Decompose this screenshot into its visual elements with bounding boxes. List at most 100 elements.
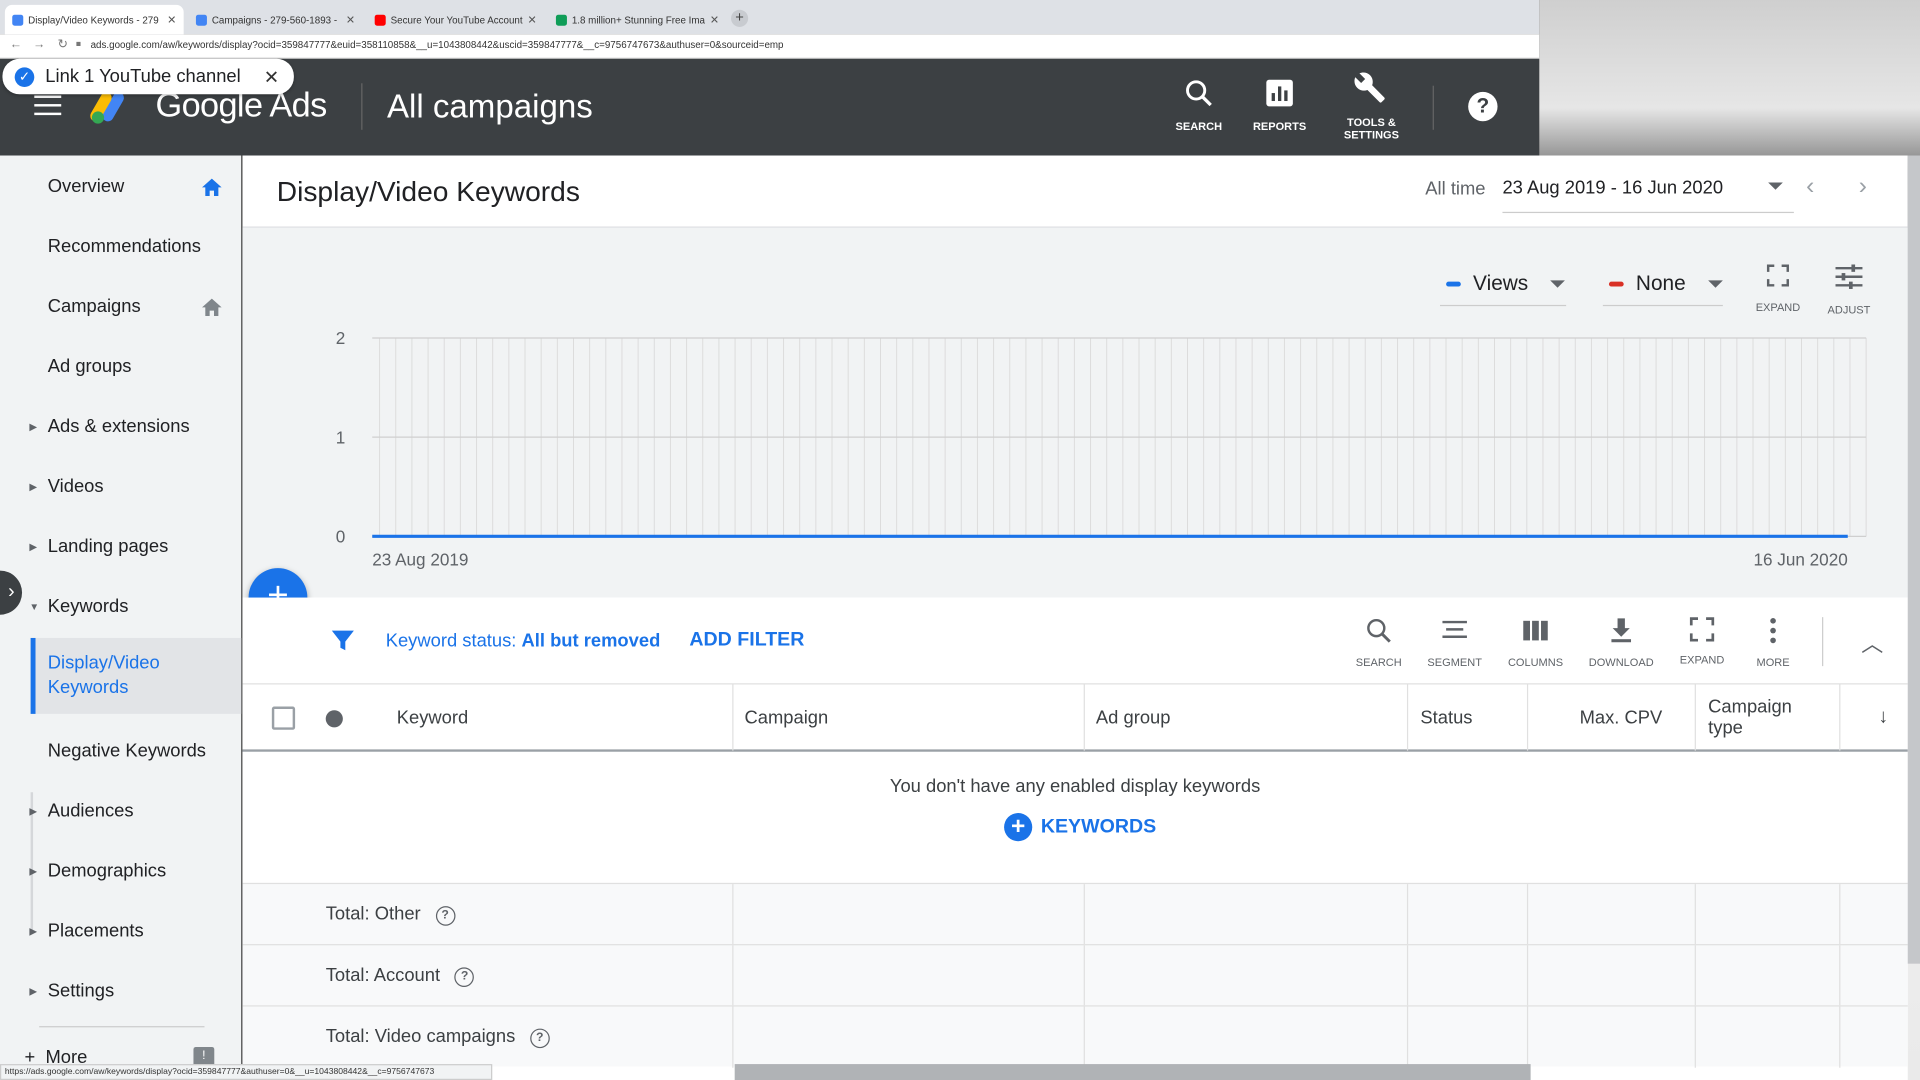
column-max-cpv[interactable]: Max. CPV: [1580, 684, 1663, 750]
new-tab-button[interactable]: +: [731, 9, 749, 27]
sidebar-divider: [39, 1026, 205, 1028]
column-campaign[interactable]: Campaign: [744, 684, 828, 750]
help-icon[interactable]: ?: [435, 906, 455, 926]
chevron-up-icon[interactable]: ︿: [1861, 627, 1883, 659]
segment-label: SEGMENT: [1427, 656, 1482, 669]
table-header: Keyword Campaign Ad group Status Max. CP…: [242, 683, 1908, 752]
sidebar-item-audiences[interactable]: ▶ Audiences: [0, 781, 241, 841]
column-divider: [1526, 884, 1529, 946]
table-download-button[interactable]: DOWNLOAD: [1584, 616, 1657, 669]
next-period-icon[interactable]: ›: [1859, 173, 1867, 201]
table-columns-button[interactable]: COLUMNS: [1499, 616, 1572, 669]
add-filter-button[interactable]: ADD FILTER: [689, 629, 804, 651]
empty-state: You don't have any enabled display keywo…: [242, 751, 1908, 883]
browser-tab-3[interactable]: Secure Your YouTube Account ✕: [367, 5, 543, 34]
sidebar: Overview Recommendations Campaigns Ad gr…: [0, 155, 242, 1080]
expand-arrow-icon: ▶: [29, 541, 37, 553]
column-divider: [732, 1006, 734, 1068]
sidebar-item-campaigns[interactable]: Campaigns: [0, 277, 241, 337]
date-range-picker[interactable]: 23 Aug 2019 - 16 Jun 2020: [1502, 178, 1723, 199]
help-icon[interactable]: ?: [1468, 91, 1498, 122]
close-icon[interactable]: ✕: [264, 66, 279, 88]
sidebar-item-label: Settings: [47, 980, 115, 1002]
download-label: DOWNLOAD: [1588, 656, 1654, 669]
browser-tab-4[interactable]: 1.8 million+ Stunning Free Ima ✕: [549, 5, 725, 34]
expand-label: EXPAND: [1755, 301, 1801, 314]
expand-arrow-icon: ▶: [29, 925, 37, 937]
metric-1-selector[interactable]: Views: [1446, 269, 1565, 298]
x-start-label: 23 Aug 2019: [372, 550, 468, 570]
column-status[interactable]: Status: [1420, 684, 1472, 750]
column-ad-group[interactable]: Ad group: [1096, 684, 1171, 750]
url-input[interactable]: ads.google.com/aw/keywords/display?ocid=…: [91, 39, 784, 50]
tab-title: Campaigns - 279-560-1893 -: [211, 14, 338, 26]
sidebar-item-keywords[interactable]: ▼ Keywords: [0, 577, 241, 637]
sidebar-item-recommendations[interactable]: Recommendations: [0, 217, 241, 277]
forward-icon[interactable]: →: [33, 38, 45, 51]
screen: Display/Video Keywords - 279 ✕ Campaigns…: [0, 0, 1920, 1080]
sidebar-item-demographics[interactable]: ▶ Demographics: [0, 841, 241, 901]
metric-2-selector[interactable]: None: [1608, 269, 1723, 298]
horizontal-scrollbar[interactable]: [734, 1064, 1531, 1080]
chart-adjust-button[interactable]: ADJUST: [1818, 263, 1879, 316]
table-segment-button[interactable]: SEGMENT: [1418, 616, 1491, 669]
add-keywords-button[interactable]: + KEYWORDS: [1004, 813, 1157, 842]
header-search-button[interactable]: SEARCH: [1156, 77, 1242, 132]
back-icon[interactable]: ←: [10, 38, 22, 51]
column-divider: [1694, 1006, 1696, 1068]
link-youtube-toast[interactable]: ✓ Link 1 YouTube channel ✕: [2, 58, 294, 95]
expand-arrow-icon: ▶: [29, 865, 37, 877]
tab-close-icon[interactable]: ✕: [710, 13, 719, 26]
table-expand-button[interactable]: EXPAND: [1665, 616, 1738, 666]
status-dot-icon[interactable]: [325, 710, 343, 728]
column-campaign-type[interactable]: Campaign type: [1708, 684, 1792, 750]
sidebar-item-negative-keywords[interactable]: Negative Keywords: [0, 721, 241, 781]
total-label-text: Total: Account: [325, 964, 441, 986]
tab-close-icon[interactable]: ✕: [346, 13, 355, 26]
sidebar-item-ads-extensions[interactable]: ▶ Ads & extensions: [0, 397, 241, 457]
add-circle-icon: +: [1004, 813, 1033, 842]
filter-bar: Keyword status: All but removed ADD FILT…: [242, 597, 1908, 703]
tab-close-icon[interactable]: ✕: [528, 13, 537, 26]
vertical-scrollbar[interactable]: [1907, 155, 1920, 964]
header-reports-button[interactable]: REPORTS: [1237, 77, 1323, 132]
reload-icon[interactable]: ↻: [58, 38, 68, 51]
header-tools-settings-button[interactable]: TOOLS & SETTINGS: [1329, 71, 1415, 141]
filter-icon[interactable]: [331, 628, 355, 652]
select-all-checkbox[interactable]: [271, 706, 296, 730]
sidebar-item-label: Placements: [47, 920, 144, 942]
sort-arrow-icon[interactable]: ↓: [1878, 684, 1888, 750]
more-label: MORE: [1756, 656, 1790, 669]
header-divider: [361, 83, 363, 130]
column-divider: [732, 945, 734, 1007]
sidebar-item-display-video-keywords[interactable]: Display/Video Keywords: [30, 637, 242, 714]
browser-tab-2[interactable]: Campaigns - 279-560-1893 - ✕: [189, 5, 363, 34]
chart-panel: 0 1 2 23 Aug 2019 16 Jun 2020 Views None EXP…: [242, 227, 1908, 598]
help-icon[interactable]: ?: [454, 967, 475, 987]
table-more-button[interactable]: MORE: [1736, 616, 1809, 669]
column-divider: [1083, 1006, 1085, 1068]
filter-chip[interactable]: Keyword status: All but removed: [386, 631, 661, 652]
sidebar-item-settings[interactable]: ▶ Settings: [0, 961, 241, 1021]
metric-1-swatch: [1446, 281, 1461, 287]
sidebar-item-placements[interactable]: ▶ Placements: [0, 901, 241, 961]
sidebar-item-landing-pages[interactable]: ▶ Landing pages: [0, 517, 241, 577]
adjust-label: ADJUST: [1827, 303, 1871, 316]
help-icon[interactable]: ?: [529, 1028, 550, 1049]
tab-close-icon[interactable]: ✕: [167, 13, 176, 26]
column-keyword[interactable]: Keyword: [397, 684, 468, 750]
sidebar-item-ad-groups[interactable]: Ad groups: [0, 337, 241, 397]
column-divider: [732, 684, 734, 751]
sidebar-item-overview[interactable]: Overview: [0, 157, 241, 217]
add-keywords-label: KEYWORDS: [1040, 816, 1157, 837]
home-icon: [202, 178, 222, 196]
column-divider: [1526, 945, 1529, 1007]
chevron-down-icon[interactable]: [1768, 182, 1783, 190]
browser-tab-1[interactable]: Display/Video Keywords - 279 ✕: [4, 4, 184, 35]
sidebar-item-videos[interactable]: ▶ Videos: [0, 457, 241, 517]
previous-period-icon[interactable]: ‹: [1806, 173, 1814, 201]
chart-expand-button[interactable]: EXPAND: [1747, 263, 1808, 313]
sidebar-item-label: Audiences: [47, 800, 134, 822]
menu-icon[interactable]: [34, 95, 62, 116]
table-search-button[interactable]: SEARCH: [1342, 616, 1415, 669]
